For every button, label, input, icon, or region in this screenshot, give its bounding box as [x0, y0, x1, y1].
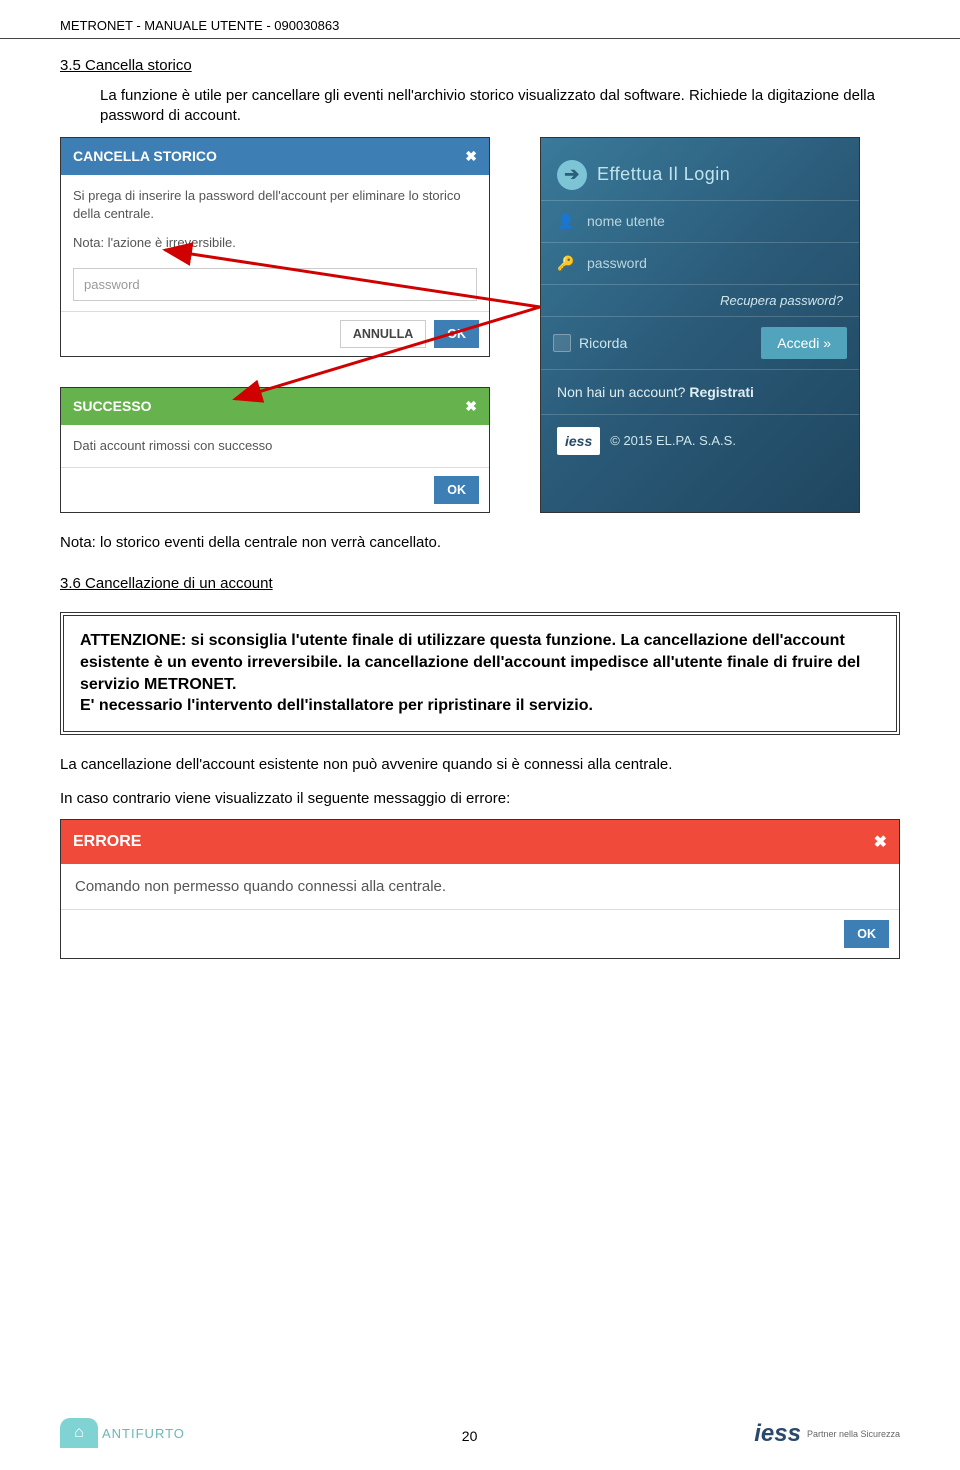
attention-line2: E' necessario l'intervento dell'installa… — [80, 695, 880, 717]
section-title-3-5: 3.5 Cancella storico — [60, 57, 900, 74]
modal-title: CANCELLA STORICO — [73, 148, 217, 164]
error-title: ERRORE — [73, 833, 141, 851]
attention-box: ATTENZIONE: si sconsiglia l'utente final… — [60, 612, 900, 734]
successo-modal: SUCCESSO ✖ Dati account rimossi con succ… — [60, 387, 490, 513]
modal-header: CANCELLA STORICO ✖ — [61, 138, 489, 175]
error-ok-button[interactable]: OK — [844, 920, 889, 948]
login-arrow-icon: ➔ — [557, 160, 587, 190]
copyright-text: © 2015 EL.PA. S.A.S. — [610, 433, 736, 448]
close-icon[interactable]: ✖ — [465, 398, 477, 415]
attention-line1: ATTENZIONE: si sconsiglia l'utente final… — [80, 630, 880, 695]
register-row: Non hai un account? Registrati — [541, 369, 859, 414]
remember-checkbox[interactable] — [553, 334, 571, 352]
section-3-5-paragraph: La funzione è utile per cancellare gli e… — [60, 86, 900, 127]
page-header: METRONET - MANUALE UTENTE - 090030863 — [0, 0, 960, 39]
login-button[interactable]: Accedi » — [761, 327, 847, 359]
modal-note: Nota: l'azione è irreversibile. — [61, 235, 489, 262]
error-modal: ERRORE ✖ Comando non permesso quando con… — [60, 819, 900, 959]
register-link[interactable]: Registrati — [689, 384, 754, 400]
iess-logo: iess — [557, 427, 600, 455]
password-field[interactable]: password — [587, 255, 647, 271]
antifurto-text: ANTIFURTO — [102, 1426, 185, 1441]
password-icon: 🔑 — [557, 255, 575, 272]
error-intro: In caso contrario viene visualizzato il … — [60, 789, 900, 809]
modal-body-text: Si prega di inserire la password dell'ac… — [61, 175, 489, 235]
iess-subtitle: Partner nella Sicurezza — [807, 1429, 900, 1439]
close-icon[interactable]: ✖ — [465, 148, 477, 165]
password-input[interactable]: password — [73, 268, 477, 301]
register-text: Non hai un account? — [557, 384, 685, 400]
antifurto-logo: ⌂ ANTIFURTO — [60, 1418, 185, 1448]
login-title: Effettua Il Login — [597, 164, 730, 185]
section-title-3-6: 3.6 Cancellazione di un account — [60, 575, 900, 592]
iess-text: iess — [754, 1420, 801, 1448]
modal-header-success: SUCCESSO ✖ — [61, 388, 489, 425]
annulla-button[interactable]: ANNULLA — [340, 320, 426, 348]
user-icon: 👤 — [557, 213, 575, 230]
cancellation-note: La cancellazione dell'account esistente … — [60, 755, 900, 775]
close-icon[interactable]: ✖ — [874, 832, 887, 852]
ok-button[interactable]: OK — [434, 320, 479, 348]
login-panel: ➔ Effettua Il Login 👤 nome utente 🔑 pass… — [540, 137, 860, 514]
home-icon: ⌂ — [60, 1418, 98, 1448]
iess-footer-logo: iess Partner nella Sicurezza — [754, 1420, 900, 1448]
error-body: Comando non permesso quando connessi all… — [61, 864, 899, 909]
remember-label: Ricorda — [579, 335, 627, 351]
page-number: 20 — [462, 1428, 478, 1448]
cancella-storico-modal: CANCELLA STORICO ✖ Si prega di inserire … — [60, 137, 490, 357]
success-body: Dati account rimossi con successo — [61, 425, 489, 467]
modal-title-success: SUCCESSO — [73, 398, 152, 414]
username-field[interactable]: nome utente — [587, 213, 665, 229]
recover-password-link[interactable]: Recupera password? — [541, 284, 859, 316]
ok-button-success[interactable]: OK — [434, 476, 479, 504]
note-after-images: Nota: lo storico eventi della centrale n… — [60, 533, 900, 553]
